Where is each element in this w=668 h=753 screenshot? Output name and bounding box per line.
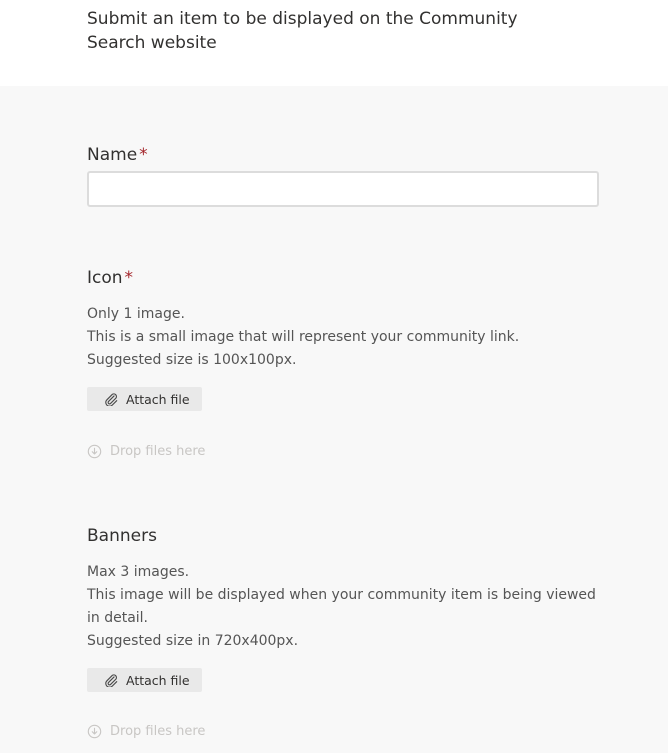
banners-drop-zone[interactable]: Drop files here <box>87 724 205 739</box>
banners-description-line: Suggested size in 720x400px. <box>87 633 299 649</box>
banners-description-line: This image will be displayed when your c… <box>87 587 596 626</box>
icon-description-line: This is a small image that will represen… <box>87 329 520 345</box>
icon-attach-file-button[interactable]: Attach file <box>87 387 202 411</box>
icon-description: Only 1 image. This is a small image that… <box>87 303 599 372</box>
icon-description-line: Only 1 image. <box>87 306 185 322</box>
page-title: Submit an item to be displayed on the Co… <box>87 9 518 53</box>
icon-label: Icon * <box>87 267 599 289</box>
download-circle-icon <box>87 444 102 459</box>
drop-files-label: Drop files here <box>110 724 206 739</box>
banners-attach-file-button[interactable]: Attach file <box>87 668 202 692</box>
attach-file-label: Attach file <box>126 672 190 688</box>
name-label: Name * <box>87 144 599 166</box>
drop-files-label: Drop files here <box>110 444 206 459</box>
form-header: Submit an item to be displayed on the Co… <box>0 0 668 86</box>
icon-label-text: Icon <box>87 268 123 288</box>
name-label-text: Name <box>87 145 138 165</box>
banners-section: Banners Max 3 images. This image will be… <box>87 525 599 745</box>
name-input[interactable] <box>87 171 599 207</box>
banners-description-line: Max 3 images. <box>87 564 190 580</box>
required-asterisk: * <box>124 268 134 288</box>
paperclip-icon <box>105 674 118 687</box>
banners-label-text: Banners <box>87 526 157 546</box>
attach-file-label: Attach file <box>126 391 190 407</box>
icon-drop-zone[interactable]: Drop files here <box>87 444 205 459</box>
banners-label: Banners <box>87 525 599 547</box>
icon-section: Icon * Only 1 image. This is a small imag… <box>87 267 599 467</box>
name-section: Name * <box>87 144 599 214</box>
download-circle-icon <box>87 724 102 739</box>
form-body: Name * Icon * Only 1 image. This is a smal… <box>0 86 668 753</box>
icon-description-line: Suggested size is 100x100px. <box>87 352 297 368</box>
required-asterisk: * <box>139 145 148 165</box>
paperclip-icon <box>105 393 118 406</box>
banners-description: Max 3 images. This image will be display… <box>87 561 599 653</box>
